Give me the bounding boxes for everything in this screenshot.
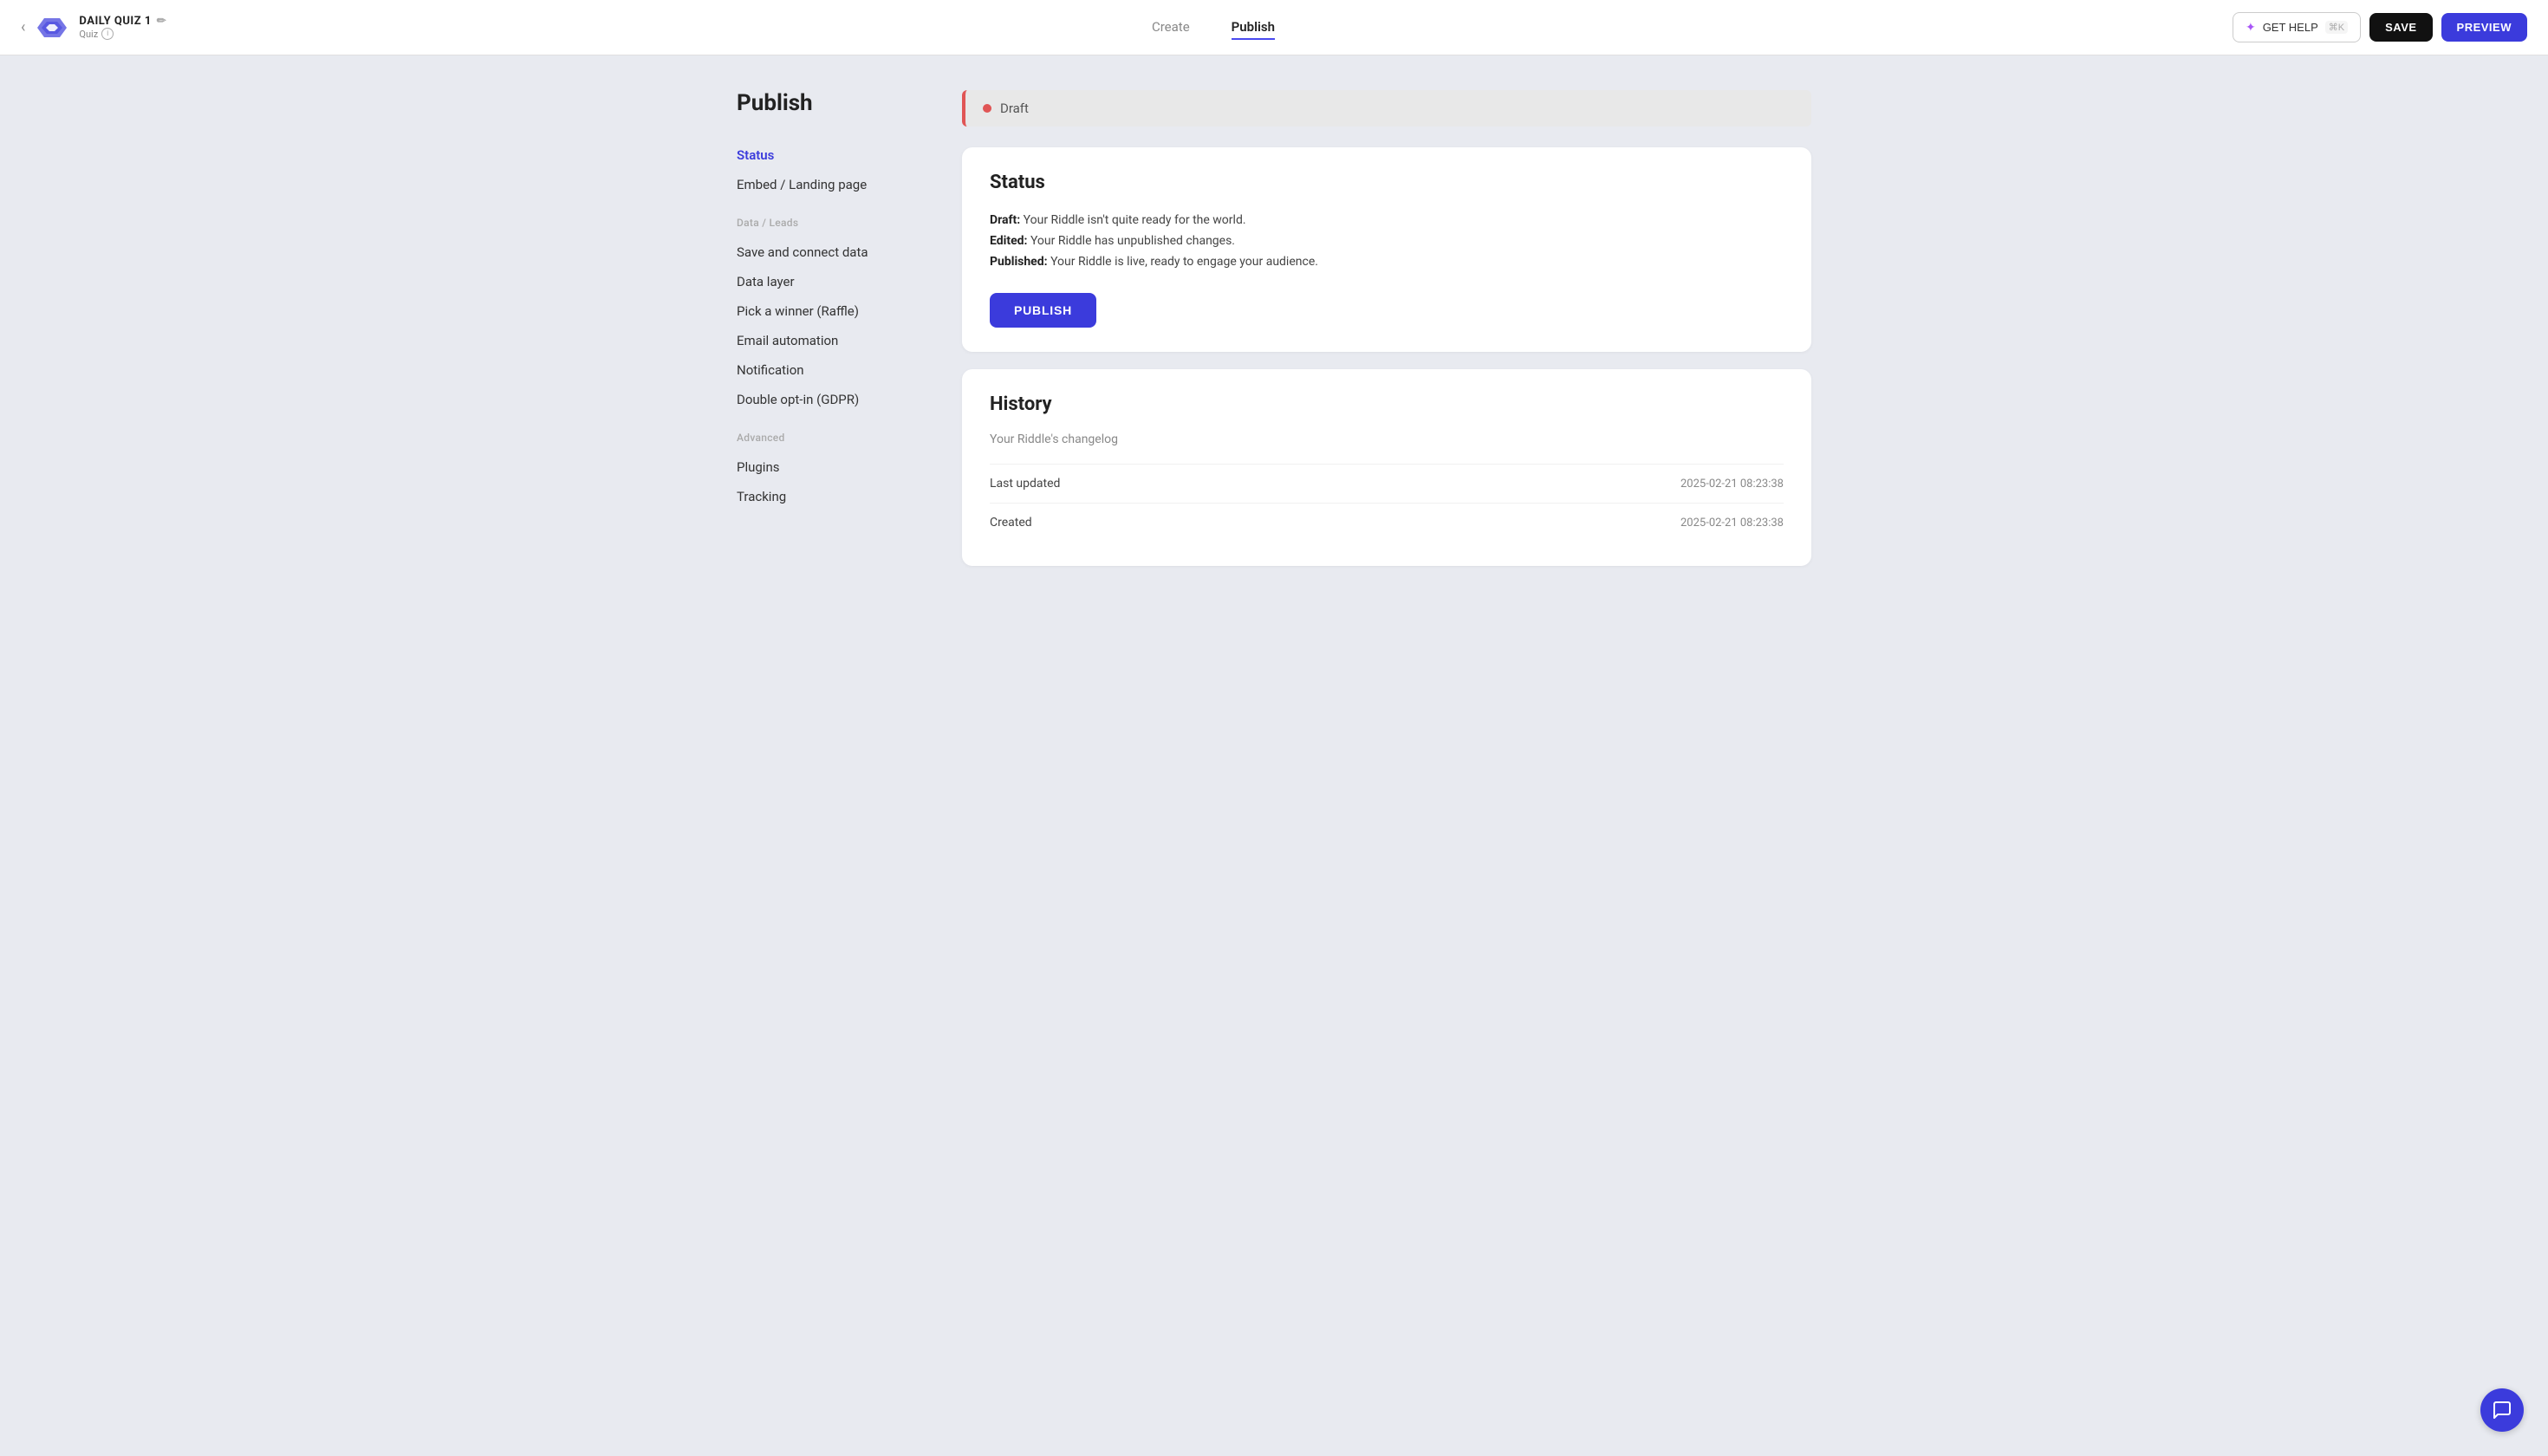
edited-label-bold: Edited: [990,234,1027,248]
chat-icon [2492,1400,2512,1420]
logo-icon [36,11,68,44]
history-card-title: History [990,393,1784,415]
history-card: History Your Riddle's changelog Last upd… [962,369,1811,566]
content-area: Draft Status Draft: Your Riddle isn't qu… [962,90,1811,583]
sidebar-section-advanced: Advanced [737,432,927,444]
edit-icon[interactable]: ✏ [157,15,166,28]
draft-label-bold: Draft: [990,213,1020,227]
history-subtitle: Your Riddle's changelog [990,432,1784,446]
sidebar-item-gdpr[interactable]: Double opt-in (GDPR) [737,385,927,414]
back-arrow[interactable]: ‹ [21,18,25,36]
published-text: Your Riddle is live, ready to engage you… [1050,255,1318,269]
last-updated-value: 2025-02-21 08:23:38 [1680,478,1784,491]
status-card-title: Status [990,172,1784,193]
sidebar-item-embed[interactable]: Embed / Landing page [737,170,927,199]
history-row-created: Created 2025-02-21 08:23:38 [990,503,1784,542]
keyboard-shortcut: ⌘K [2325,21,2348,34]
header: ‹ DAILY QUIZ 1 ✏ Quiz i Create Publish ✦… [0,0,2548,55]
header-nav: Create Publish [194,16,2233,40]
info-icon[interactable]: i [101,28,114,40]
history-row-last-updated: Last updated 2025-02-21 08:23:38 [990,464,1784,503]
header-right: ✦ GET HELP ⌘K SAVE PREVIEW [2233,12,2527,42]
sidebar-item-status[interactable]: Status [737,140,927,170]
sidebar: Publish Status Embed / Landing page Data… [737,90,927,583]
preview-button[interactable]: PREVIEW [2441,13,2527,42]
header-title: DAILY QUIZ 1 ✏ [79,15,166,28]
main-content: Publish Status Embed / Landing page Data… [667,55,1881,618]
header-title-section: DAILY QUIZ 1 ✏ Quiz i [79,15,166,40]
draft-text: Your Riddle isn't quite ready for the wo… [1024,213,1246,227]
save-button[interactable]: SAVE [2369,13,2432,42]
sidebar-item-email[interactable]: Email automation [737,326,927,355]
get-help-button[interactable]: ✦ GET HELP ⌘K [2233,12,2361,42]
sidebar-item-tracking[interactable]: Tracking [737,482,927,511]
sidebar-item-data-layer[interactable]: Data layer [737,267,927,296]
status-description: Draft: Your Riddle isn't quite ready for… [990,211,1784,272]
sidebar-section-data-leads: Data / Leads [737,217,927,229]
header-subtitle: Quiz i [79,28,166,40]
chat-button[interactable] [2480,1388,2524,1432]
nav-publish[interactable]: Publish [1232,16,1275,40]
sidebar-item-save-connect[interactable]: Save and connect data [737,237,927,267]
sidebar-item-plugins[interactable]: Plugins [737,452,927,482]
publish-button[interactable]: PUBLISH [990,293,1096,328]
last-updated-label: Last updated [990,477,1060,491]
header-left: ‹ DAILY QUIZ 1 ✏ Quiz i [21,11,194,44]
draft-dot [983,104,991,113]
sidebar-item-raffle[interactable]: Pick a winner (Raffle) [737,296,927,326]
nav-create[interactable]: Create [1152,16,1190,40]
edited-text: Your Riddle has unpublished changes. [1030,234,1235,248]
published-label-bold: Published: [990,255,1048,269]
created-value: 2025-02-21 08:23:38 [1680,517,1784,530]
sidebar-title: Publish [737,90,927,116]
draft-bar: Draft [962,90,1811,127]
created-label: Created [990,516,1032,530]
sidebar-item-notification[interactable]: Notification [737,355,927,385]
help-icon: ✦ [2246,20,2256,35]
status-card: Status Draft: Your Riddle isn't quite re… [962,147,1811,352]
draft-label: Draft [1000,101,1029,116]
